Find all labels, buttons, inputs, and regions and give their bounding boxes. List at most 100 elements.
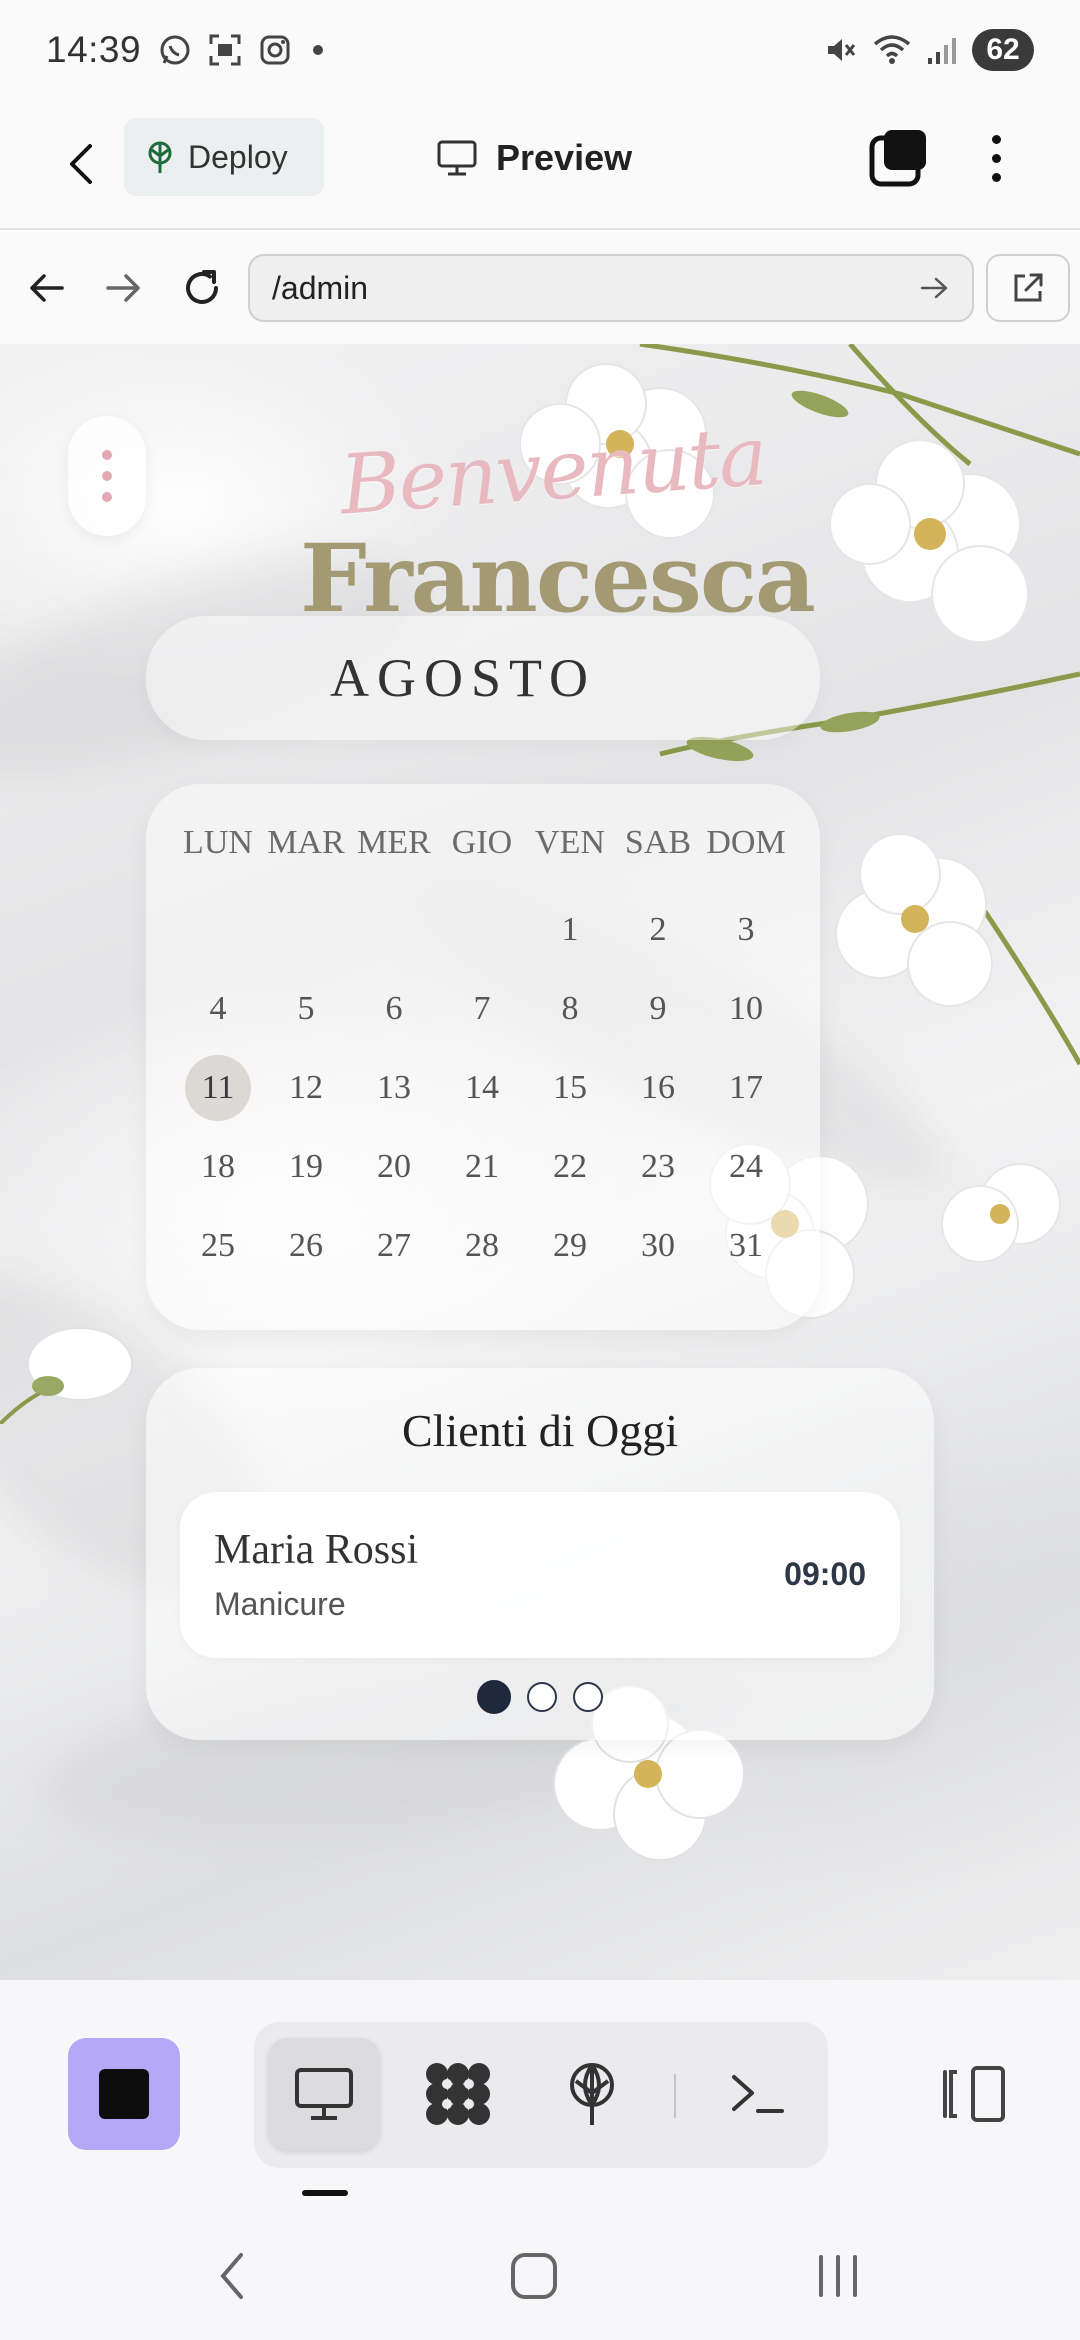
- url-toolbar: /admin: [0, 232, 1080, 344]
- monitor-icon: [295, 2068, 353, 2120]
- nav-forward-button[interactable]: [94, 258, 154, 318]
- apps-tool-button[interactable]: [402, 2038, 514, 2150]
- calendar-weekday-header: LUN MAR MER GIO VEN SAB DOM: [174, 824, 790, 862]
- calendar-empty-cell: [438, 890, 526, 969]
- calendar-day[interactable]: 1: [526, 890, 614, 969]
- calendar-today-marker: 11: [185, 1054, 251, 1121]
- deploy-icon: [148, 141, 172, 173]
- apps-icon: [426, 2063, 490, 2125]
- battery-indicator: 62: [972, 29, 1034, 71]
- reload-button[interactable]: [172, 258, 232, 318]
- calendar-day[interactable]: 9: [614, 969, 702, 1048]
- calendar-day[interactable]: 22: [526, 1127, 614, 1206]
- mute-icon: [828, 39, 856, 61]
- today-clients-card: Clienti di Oggi Maria Rossi Manicure 09:…: [146, 1368, 934, 1740]
- instagram-icon: [260, 35, 290, 65]
- calendar-day[interactable]: 27: [350, 1206, 438, 1285]
- system-recents-button[interactable]: [798, 2236, 878, 2316]
- weekday-label: MAR: [267, 824, 345, 861]
- stop-icon: [99, 2069, 149, 2119]
- deploy-button[interactable]: Deploy: [124, 118, 324, 196]
- calendar-day[interactable]: 30: [614, 1206, 702, 1285]
- calendar-day[interactable]: 11: [174, 1048, 262, 1127]
- calendar-day[interactable]: 13: [350, 1048, 438, 1127]
- deploy-icon: [570, 2063, 614, 2125]
- go-icon[interactable]: [920, 276, 950, 300]
- carousel-pager: [146, 1680, 934, 1714]
- wifi-icon: [873, 35, 911, 64]
- preview-tab-title: Preview: [436, 126, 632, 190]
- flower-bud-decoration: [0, 1327, 133, 1424]
- toggle-panel-button[interactable]: [918, 2038, 1030, 2150]
- pager-dot[interactable]: [573, 1682, 603, 1712]
- page-title: Preview: [496, 137, 633, 178]
- system-navigation-bar: [0, 2200, 1080, 2340]
- back-button[interactable]: [52, 134, 112, 194]
- client-service: Manicure: [214, 1586, 346, 1622]
- more-options-button[interactable]: [966, 126, 1026, 190]
- pager-dot[interactable]: [477, 1680, 511, 1714]
- calendar-day[interactable]: 6: [350, 969, 438, 1048]
- tool-switcher: [254, 2022, 828, 2168]
- calendar-day[interactable]: 19: [262, 1127, 350, 1206]
- signal-icon: [928, 38, 956, 64]
- calendar-day[interactable]: 20: [350, 1127, 438, 1206]
- month-label: AGOSTO: [329, 648, 597, 708]
- calendar-day[interactable]: 21: [438, 1127, 526, 1206]
- calendar-day[interactable]: 15: [526, 1048, 614, 1127]
- calendar-day[interactable]: 14: [438, 1048, 526, 1127]
- calendar-day[interactable]: 29: [526, 1206, 614, 1285]
- system-icons: 62: [822, 29, 1034, 71]
- kebab-dot: [991, 134, 1001, 144]
- month-selector[interactable]: AGOSTO: [146, 616, 820, 740]
- calendar-day[interactable]: 28: [438, 1206, 526, 1285]
- calendar-day[interactable]: 25: [174, 1206, 262, 1285]
- reload-icon: [186, 270, 218, 304]
- side-menu-button[interactable]: [68, 416, 146, 536]
- calendar-day[interactable]: 12: [262, 1048, 350, 1127]
- recents-icon: [819, 2255, 857, 2297]
- weekday-label: SAB: [624, 824, 692, 861]
- calendar-day[interactable]: 18: [174, 1127, 262, 1206]
- calendar-day[interactable]: 23: [614, 1127, 702, 1206]
- tool-separator: [674, 2074, 676, 2118]
- system-back-button[interactable]: [192, 2236, 272, 2316]
- client-appointment[interactable]: Maria Rossi Manicure 09:00: [180, 1492, 900, 1658]
- calendar-day[interactable]: 17: [702, 1048, 790, 1127]
- stop-button[interactable]: [68, 2038, 180, 2150]
- calendar-day[interactable]: 2: [614, 890, 702, 969]
- calendar-day[interactable]: 5: [262, 969, 350, 1048]
- kebab-dot: [991, 172, 1001, 182]
- open-external-button[interactable]: [986, 254, 1070, 322]
- weekday-label: MER: [357, 824, 431, 861]
- calendar-grid: 1 2 3 4 5 6 7 8 9 10 11 12 13 14 15 16 17 18 19 20 21 22 23 24 2…: [174, 890, 790, 1285]
- client-name: Maria Rossi: [214, 1527, 419, 1573]
- nav-back-button[interactable]: [16, 258, 76, 318]
- chevron-left-icon: [70, 144, 92, 184]
- url-input[interactable]: /admin: [248, 254, 974, 322]
- calendar-day[interactable]: 3: [702, 890, 790, 969]
- calendar-day[interactable]: 7: [438, 969, 526, 1048]
- calendar-day[interactable]: 24: [702, 1127, 790, 1206]
- arrow-right-icon: [106, 274, 140, 302]
- active-tool-indicator: [302, 2190, 348, 2196]
- terminal-tool-button[interactable]: [702, 2038, 814, 2150]
- whatsapp-icon: [160, 35, 190, 65]
- calendar-day[interactable]: 31: [702, 1206, 790, 1285]
- preview-tool-button[interactable]: [268, 2038, 380, 2150]
- pager-dot[interactable]: [527, 1682, 557, 1712]
- calendar-day[interactable]: 4: [174, 969, 262, 1048]
- notification-icons: [157, 32, 324, 68]
- deploy-tool-button[interactable]: [536, 2038, 648, 2150]
- screenshot-icon: [209, 34, 241, 66]
- system-home-button[interactable]: [494, 2236, 574, 2316]
- calendar-day[interactable]: 8: [526, 969, 614, 1048]
- calendar-day[interactable]: 26: [262, 1206, 350, 1285]
- calendar-day[interactable]: 10: [702, 969, 790, 1048]
- kebab-dot: [102, 492, 112, 502]
- terminal-icon: [732, 2075, 784, 2113]
- calendar-day[interactable]: 16: [614, 1048, 702, 1127]
- weekday-label: DOM: [706, 824, 786, 861]
- tabs-button[interactable]: [866, 126, 930, 190]
- weekday-label: GIO: [451, 824, 513, 861]
